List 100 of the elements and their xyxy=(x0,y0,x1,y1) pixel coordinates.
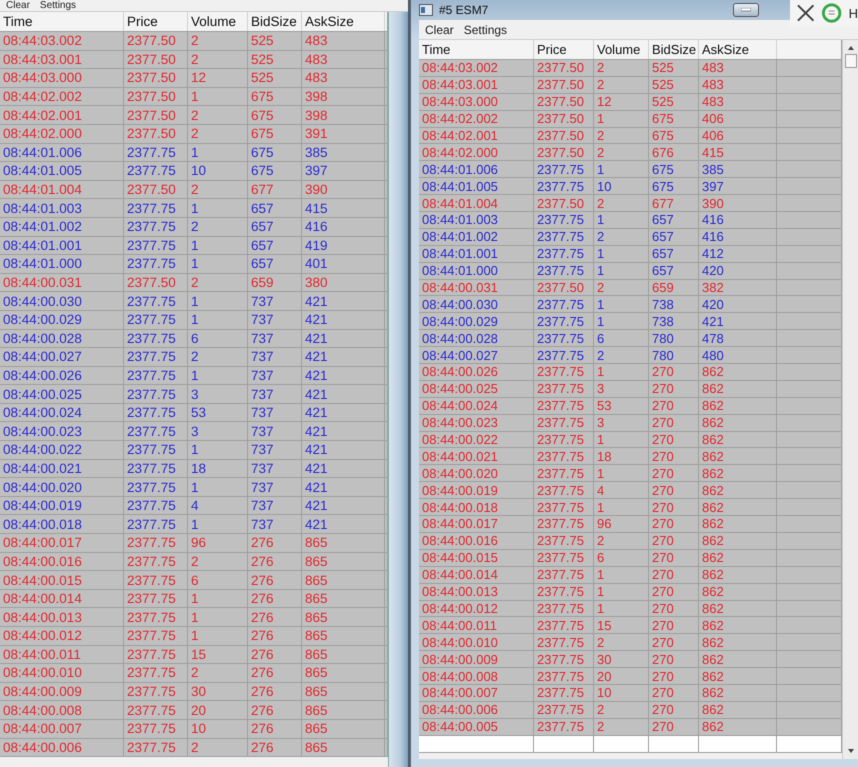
table-cell: 865 xyxy=(302,590,385,608)
table-cell: 675 xyxy=(248,124,302,143)
table-cell: 1 xyxy=(188,199,248,217)
table-cell: 2377.75 xyxy=(534,718,594,735)
table-cell: 2 xyxy=(594,228,649,245)
table-cell: 865 xyxy=(302,682,385,700)
table-cell: 862 xyxy=(699,499,777,516)
column-header[interactable]: Price xyxy=(534,40,594,59)
table-cell: 2377.75 xyxy=(534,584,594,600)
table-cell: 483 xyxy=(302,32,385,50)
table-cell: 08:44:02.002 xyxy=(0,88,124,106)
table-cell: 08:44:00.014 xyxy=(419,566,534,583)
table-cell: 2377.75 xyxy=(124,330,188,348)
table-cell: 1 xyxy=(594,161,649,178)
table-cell: 276 xyxy=(248,590,302,608)
table-cell: 738 xyxy=(649,313,699,330)
window-icon xyxy=(419,4,433,16)
table-cell: 862 xyxy=(699,651,777,668)
table-cell: 2377.75 xyxy=(534,668,594,684)
table-cell: 08:44:00.018 xyxy=(419,499,534,516)
table-cell: 08:44:01.006 xyxy=(419,161,534,178)
menu-item[interactable]: Clear xyxy=(425,24,454,36)
table-cell: 08:44:02.000 xyxy=(0,124,124,143)
table-cell: 737 xyxy=(248,460,302,478)
column-header[interactable]: AskSize xyxy=(699,40,777,59)
table-cell: 865 xyxy=(302,701,385,719)
column-header[interactable]: Time xyxy=(0,12,124,31)
table-cell: 385 xyxy=(699,161,777,178)
table-cell: 2377.75 xyxy=(534,448,594,464)
table-cell: 657 xyxy=(248,236,302,254)
table-cell: 08:44:00.012 xyxy=(419,600,534,616)
table-cell: 2377.50 xyxy=(534,60,594,76)
table-cell: 1 xyxy=(594,600,649,616)
table-cell: 1 xyxy=(188,236,248,254)
table-cell: 2377.75 xyxy=(534,380,594,397)
column-header[interactable]: Volume xyxy=(188,12,248,31)
column-header[interactable]: AskSize xyxy=(302,12,385,31)
minimize-button[interactable] xyxy=(733,3,759,17)
table-cell: 270 xyxy=(649,465,699,482)
column-header[interactable]: BidSize xyxy=(649,40,699,59)
table-cell: 08:44:00.021 xyxy=(419,448,534,464)
table-cell: 2 xyxy=(188,50,248,68)
table-cell: 08:44:00.018 xyxy=(0,515,124,534)
table-cell: 737 xyxy=(248,292,302,310)
table-cell: 6 xyxy=(188,330,248,348)
column-header[interactable]: BidSize xyxy=(248,12,302,31)
table-cell: 675 xyxy=(649,178,699,194)
menu-item[interactable]: Settings xyxy=(464,24,508,36)
table-cell: 865 xyxy=(302,720,385,738)
table-cell: 421 xyxy=(302,292,385,310)
table-cell: 12 xyxy=(188,69,248,87)
table-cell: 2 xyxy=(594,532,649,549)
table-cell: 276 xyxy=(248,534,302,552)
column-header[interactable]: Price xyxy=(124,12,188,31)
table-cell: 08:44:00.016 xyxy=(0,552,124,570)
table-cell: 08:44:00.016 xyxy=(419,532,534,549)
column-header[interactable]: Volume xyxy=(594,40,649,59)
table-cell: 412 xyxy=(699,246,777,262)
table-cell: 1 xyxy=(594,364,649,380)
table-cell: 08:44:00.028 xyxy=(0,330,124,348)
table-cell: 2377.75 xyxy=(534,313,594,330)
table-cell: 276 xyxy=(248,682,302,700)
table-cell: 525 xyxy=(649,94,699,110)
table-cell: 421 xyxy=(302,460,385,478)
table-cell: 270 xyxy=(649,668,699,684)
table-cell: 2377.75 xyxy=(124,255,188,273)
table-cell: 08:44:03.001 xyxy=(0,50,124,68)
menu-item[interactable]: Clear xyxy=(6,0,30,10)
table-cell: 2377.75 xyxy=(534,161,594,178)
table-cell: 2377.50 xyxy=(124,69,188,87)
table-cell: 525 xyxy=(248,50,302,68)
table-cell: 1 xyxy=(594,432,649,448)
table-cell: 10 xyxy=(594,178,649,194)
table-cell: 08:44:00.028 xyxy=(419,330,534,346)
scrollbar[interactable] xyxy=(842,40,858,759)
menu-item[interactable]: Settings xyxy=(40,0,76,10)
table-cell: 08:44:00.022 xyxy=(0,441,124,459)
table-cell: 1 xyxy=(594,465,649,482)
table-cell: 08:44:03.000 xyxy=(419,94,534,110)
table-cell: 2377.75 xyxy=(534,634,594,650)
table-cell: 3 xyxy=(594,414,649,431)
table-cell: 397 xyxy=(699,178,777,194)
down-arrow-icon[interactable] xyxy=(846,747,854,755)
scroll-thumb[interactable] xyxy=(844,54,856,68)
table-cell: 737 xyxy=(248,330,302,348)
table-cell: 08:44:03.001 xyxy=(419,76,534,93)
table-cell: 270 xyxy=(649,584,699,600)
table-cell: 08:44:01.000 xyxy=(419,262,534,279)
table-cell: 08:44:03.002 xyxy=(419,60,534,76)
up-arrow-icon[interactable] xyxy=(846,44,854,52)
table-cell: 1 xyxy=(188,88,248,106)
close-icon[interactable] xyxy=(796,3,816,23)
table-cell: 416 xyxy=(302,218,385,236)
table-cell: 737 xyxy=(248,515,302,534)
ring-icon[interactable] xyxy=(821,2,843,24)
table-cell: 08:44:00.008 xyxy=(0,701,124,719)
window-title: #5 ESM7 xyxy=(439,3,488,17)
column-header[interactable]: Time xyxy=(419,40,534,59)
table-cell: 737 xyxy=(248,496,302,514)
table-cell: 2 xyxy=(594,718,649,735)
